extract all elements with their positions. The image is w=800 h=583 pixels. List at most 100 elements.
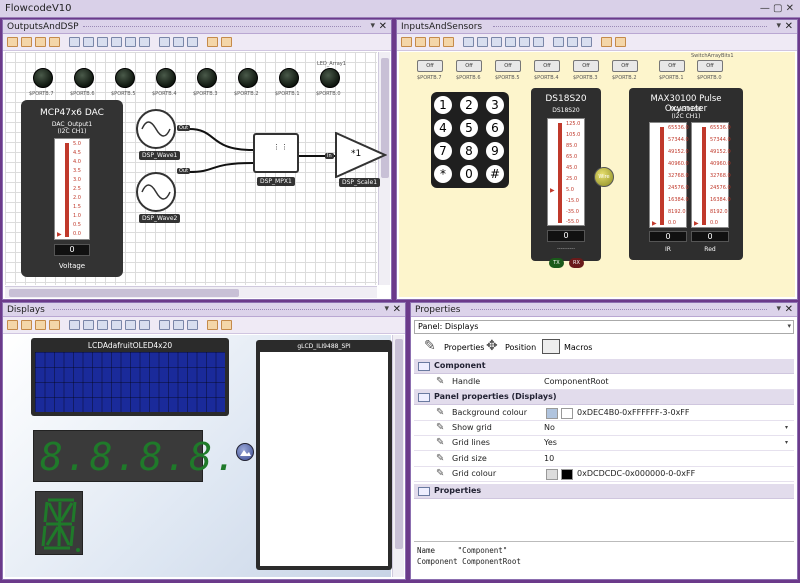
property-value[interactable]: 0xDCDCDC-0x000000-0-0xFF <box>577 469 695 478</box>
dsp-wave2-generator[interactable] <box>136 172 176 212</box>
seven-segment-display[interactable]: 8.8.8.8. <box>33 430 237 482</box>
property-value[interactable]: Yes <box>544 438 557 447</box>
grid-icon[interactable] <box>615 37 626 47</box>
key-hash[interactable]: # <box>486 165 504 183</box>
align-left-icon[interactable] <box>463 37 474 47</box>
switch-toggle[interactable]: Off <box>456 60 482 72</box>
ds18s20-sensor[interactable]: DS18S20 DS18S20 125.0 105.0 85.0 65.0 45… <box>531 88 601 261</box>
category-properties[interactable]: Properties <box>414 484 794 499</box>
align-top-icon[interactable] <box>111 320 122 330</box>
keypad-component[interactable]: 1 2 3 4 5 6 7 8 9 * 0 # <box>431 92 509 188</box>
align-right-icon[interactable] <box>97 320 108 330</box>
property-value[interactable]: 0xDEC4B0-0xFFFFFF-3-0xFF <box>577 408 690 417</box>
colour-swatch[interactable] <box>546 408 558 419</box>
category-panel-properties[interactable]: Panel properties (Displays) <box>414 390 794 405</box>
dsp-wave1-generator[interactable] <box>136 109 176 149</box>
drag-grip[interactable] <box>53 309 375 311</box>
close-icon[interactable]: ✕ <box>393 304 401 315</box>
key-2[interactable]: 2 <box>460 96 478 114</box>
zoom-icon[interactable] <box>207 320 218 330</box>
switch-toggle[interactable]: Off <box>495 60 521 72</box>
panel-header[interactable]: InputsAndSensors ▾ ✕ <box>397 20 797 34</box>
key-1[interactable]: 1 <box>434 96 452 114</box>
switch-toggle[interactable]: Off <box>417 60 443 72</box>
colour-swatch[interactable] <box>546 469 558 480</box>
align-bottom-icon[interactable] <box>139 320 150 330</box>
key-8[interactable]: 8 <box>460 142 478 160</box>
copy-tool-icon[interactable] <box>415 37 426 47</box>
align-bottom-icon[interactable] <box>533 37 544 47</box>
pin-icon[interactable]: ▾ <box>776 304 781 314</box>
key-5[interactable]: 5 <box>460 119 478 137</box>
property-value[interactable]: No <box>544 423 555 432</box>
size-icon[interactable] <box>581 37 592 47</box>
move-icon[interactable]: ✥ <box>486 338 498 354</box>
macro-icon[interactable] <box>542 339 560 354</box>
distribute-h-icon[interactable] <box>159 320 170 330</box>
align-left-icon[interactable] <box>69 320 80 330</box>
close-icon[interactable]: ✕ <box>785 304 793 315</box>
size-icon[interactable] <box>187 320 198 330</box>
switch-toggle[interactable]: Off <box>612 60 638 72</box>
key-4[interactable]: 4 <box>434 119 452 137</box>
select-tool-icon[interactable] <box>7 320 18 330</box>
panel-header[interactable]: Displays ▾ ✕ <box>3 303 405 317</box>
grid-icon[interactable] <box>221 320 232 330</box>
key-6[interactable]: 6 <box>486 119 504 137</box>
vertical-scrollbar[interactable] <box>392 335 404 577</box>
glcd-ili9488-display[interactable]: gLCD_ILI9488_SPI <box>256 340 392 570</box>
delete-tool-icon[interactable] <box>49 320 60 330</box>
property-value[interactable]: ComponentRoot <box>544 377 609 386</box>
property-row-grid-colour[interactable]: ✎ Grid colour 0xDCDCDC-0x000000-0-0xFF <box>414 467 794 482</box>
window-controls[interactable]: — ▢ ✕ <box>760 3 794 14</box>
oled-4x20-display[interactable]: LCDAdafruitOLED4x20 <box>31 338 229 416</box>
tab-position[interactable]: Position <box>505 343 536 352</box>
chevron-down-icon[interactable]: ▾ <box>781 422 792 434</box>
chevron-down-icon[interactable]: ▾ <box>787 322 791 330</box>
onewire-bus-button[interactable]: Wire <box>594 167 614 187</box>
property-row-grid-size[interactable]: ✎ Grid size 10 <box>414 452 794 467</box>
property-row-background-colour[interactable]: ✎ Background colour 0xDEC4B0-0xFFFFFF-3-… <box>414 406 794 421</box>
key-0[interactable]: 0 <box>460 165 478 183</box>
switch-toggle[interactable]: Off <box>573 60 599 72</box>
key-9[interactable]: 9 <box>486 142 504 160</box>
switch-toggle[interactable]: Off <box>534 60 560 72</box>
align-center-icon[interactable] <box>83 320 94 330</box>
close-icon[interactable]: ✕ <box>785 21 793 32</box>
wrench-icon[interactable]: ✎ <box>424 338 436 354</box>
dsp-mpx-block[interactable]: ⋮ ⋮ <box>253 133 299 173</box>
align-middle-icon[interactable] <box>519 37 530 47</box>
panel-header[interactable]: Properties ▾ ✕ <box>411 303 797 317</box>
image-component-icon[interactable] <box>236 443 254 461</box>
align-center-icon[interactable] <box>477 37 488 47</box>
property-row-grid-lines[interactable]: ✎ Grid lines Yes ▾ <box>414 436 794 451</box>
key-7[interactable]: 7 <box>434 142 452 160</box>
paste-tool-icon[interactable] <box>35 320 46 330</box>
align-top-icon[interactable] <box>505 37 516 47</box>
zoom-icon[interactable] <box>601 37 612 47</box>
colour-swatch[interactable] <box>561 469 573 480</box>
align-right-icon[interactable] <box>491 37 502 47</box>
distribute-v-icon[interactable] <box>173 320 184 330</box>
category-component[interactable]: Component <box>414 359 794 374</box>
paste-tool-icon[interactable] <box>429 37 440 47</box>
property-row-handle[interactable]: ✎ Handle ComponentRoot <box>414 375 794 390</box>
key-star[interactable]: * <box>434 165 452 183</box>
pin-icon[interactable]: ▾ <box>384 304 389 314</box>
copy-tool-icon[interactable] <box>21 320 32 330</box>
drag-grip[interactable] <box>471 309 767 311</box>
tab-macros[interactable]: Macros <box>564 343 592 352</box>
property-row-show-grid[interactable]: ✎ Show grid No ▾ <box>414 421 794 436</box>
pin-icon[interactable]: ▾ <box>776 21 781 31</box>
distribute-v-icon[interactable] <box>567 37 578 47</box>
max30100-sensor[interactable]: MAX30100 Pulse Oxymeter Max30100 (I2C CH… <box>629 88 743 260</box>
property-value[interactable]: 10 <box>544 454 554 463</box>
tab-properties[interactable]: Properties <box>444 343 484 352</box>
colour-swatch[interactable] <box>561 408 573 419</box>
chevron-down-icon[interactable]: ▾ <box>781 437 792 449</box>
align-middle-icon[interactable] <box>125 320 136 330</box>
distribute-h-icon[interactable] <box>553 37 564 47</box>
key-3[interactable]: 3 <box>486 96 504 114</box>
switch-toggle[interactable]: Off <box>697 60 723 72</box>
select-tool-icon[interactable] <box>401 37 412 47</box>
